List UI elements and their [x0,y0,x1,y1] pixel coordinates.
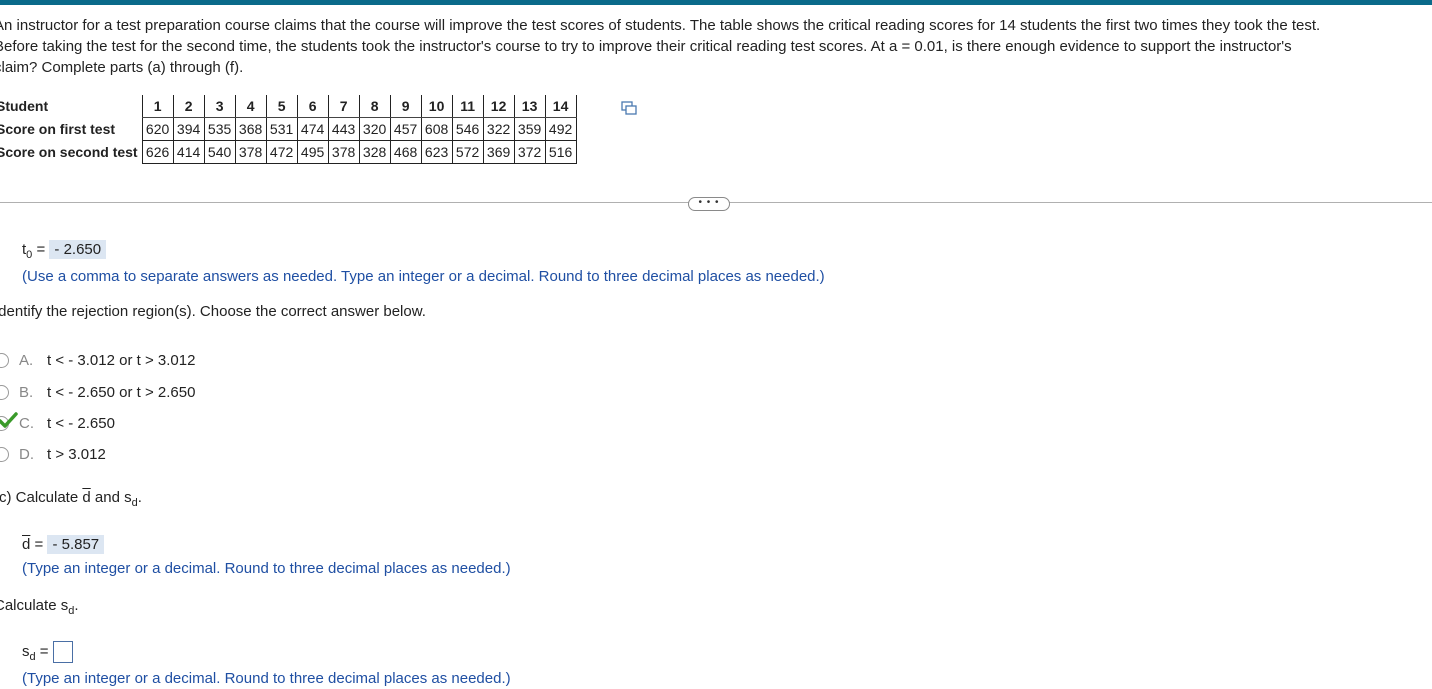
sd-row: sd = [22,641,73,663]
student-number-cell: 11 [451,95,484,118]
d-bar-label: d [22,536,31,553]
sd-prompt-wrap: Calculate sd. [0,596,300,620]
first-test-score-cell: 492 [544,117,577,141]
first-test-score-cell: 535 [203,117,236,141]
first-test-score-cell: 443 [327,117,360,141]
sd-label: sd [22,642,36,663]
sd-equals: = [39,642,49,660]
student-number-cell: 4 [234,95,267,118]
table-row-second-test: Score on second test 626 414 540 378 472 495 3… [0,140,577,164]
row-label-first-test: Score on first test [0,121,116,137]
score-table: Student 1 2 3 4 5 6 7 8 9 10 11 12 13 14 Score on fir… [0,95,577,164]
first-test-score-cell: 608 [420,117,453,141]
sd-input[interactable] [52,641,73,663]
option-a-radio[interactable] [0,353,9,368]
student-number-cell: 13 [513,95,546,118]
second-test-score-cell: 414 [172,140,205,164]
second-test-score-cell: 516 [544,140,577,164]
first-test-score-cell: 394 [172,117,205,141]
top-accent-bar [0,0,1432,5]
more-button[interactable]: • • • [688,197,730,211]
t0-hint: (Use a comma to separate answers as need… [22,268,825,285]
first-test-score-cell: 359 [513,117,546,141]
t0-equals: = [36,241,46,258]
row-label-second-test: Score on second test [0,144,138,160]
first-test-score-cell: 320 [358,117,391,141]
second-test-score-cell: 372 [513,140,546,164]
sd-hint: (Type an integer or a decimal. Round to … [22,670,511,687]
first-test-score-cell: 322 [482,117,515,141]
problem-line-1: An instructor for a test preparation cou… [0,17,1321,34]
d-bar-equals: = [34,536,44,553]
copy-table-icon[interactable] [621,101,637,115]
second-test-score-cell: 626 [141,140,174,164]
option-d-letter: D. [19,446,34,463]
part-c-prompt: (c) Calculate d and sd. [0,489,142,509]
problem-line-2: Before taking the test for the second ti… [0,38,1292,55]
student-number-cell: 1 [141,95,174,118]
student-number-cell: 12 [482,95,515,118]
student-number-cell: 3 [203,95,236,118]
second-test-score-cell: 378 [234,140,267,164]
option-b-letter: B. [19,384,34,401]
first-test-score-cell: 368 [234,117,267,141]
part-c-prompt-wrap: (c) Calculate d and sd. [0,488,400,512]
second-test-score-cell: 328 [358,140,391,164]
student-number-cell: 8 [358,95,391,118]
student-number-cell: 6 [296,95,329,118]
student-number-cell: 10 [420,95,453,118]
sd-symbol: sd [124,489,138,509]
sd-prompt: Calculate sd. [0,597,79,617]
option-a-letter: A. [19,352,34,369]
student-number-cell: 5 [265,95,298,118]
problem-statement: An instructor for a test preparation cou… [0,17,1432,81]
student-number-cell: 14 [544,95,577,118]
option-d-radio[interactable] [0,447,9,462]
option-d-text: t > 3.012 [47,446,106,463]
option-c-letter: C. [19,415,34,432]
d-bar-row: d = - 5.857 [22,535,105,554]
second-test-score-cell: 572 [451,140,484,164]
problem-line-3: claim? Complete parts (a) through (f). [0,59,244,76]
d-bar-symbol: d [82,489,91,506]
second-test-score-cell: 623 [420,140,453,164]
second-test-score-cell: 378 [327,140,360,164]
correct-check-icon [0,412,18,428]
d-bar-answer-field[interactable]: - 5.857 [47,535,105,554]
test-statistic-row: t0 = - 2.650 [22,240,107,261]
first-test-score-cell: 474 [296,117,329,141]
t0-answer-field[interactable]: - 2.650 [49,240,107,259]
first-test-score-cell: 531 [265,117,298,141]
student-number-cell: 9 [389,95,422,118]
first-test-score-cell: 457 [389,117,422,141]
first-test-score-cell: 620 [141,117,174,141]
student-number-cell: 2 [172,95,205,118]
second-test-score-cell: 468 [389,140,422,164]
second-test-score-cell: 472 [265,140,298,164]
first-test-score-cell: 546 [451,117,484,141]
second-test-score-cell: 495 [296,140,329,164]
table-row-student: Student 1 2 3 4 5 6 7 8 9 10 11 12 13 14 [0,95,577,118]
option-b-radio[interactable] [0,385,9,400]
option-b-text: t < - 2.650 or t > 2.650 [47,384,196,401]
second-test-score-cell: 369 [482,140,515,164]
d-bar-hint: (Type an integer or a decimal. Round to … [22,560,511,577]
student-number-cell: 7 [327,95,360,118]
option-a-text: t < - 3.012 or t > 3.012 [47,352,196,369]
rejection-prompt-wrap: Identify the rejection region(s). Choose… [0,303,600,325]
option-c-text: t < - 2.650 [47,415,115,432]
table-row-first-test: Score on first test 620 394 535 368 531 474 44… [0,117,577,141]
rejection-prompt: Identify the rejection region(s). Choose… [0,303,426,320]
row-label-student: Student [0,98,49,115]
second-test-score-cell: 540 [203,140,236,164]
t0-label: t0 [22,241,33,261]
